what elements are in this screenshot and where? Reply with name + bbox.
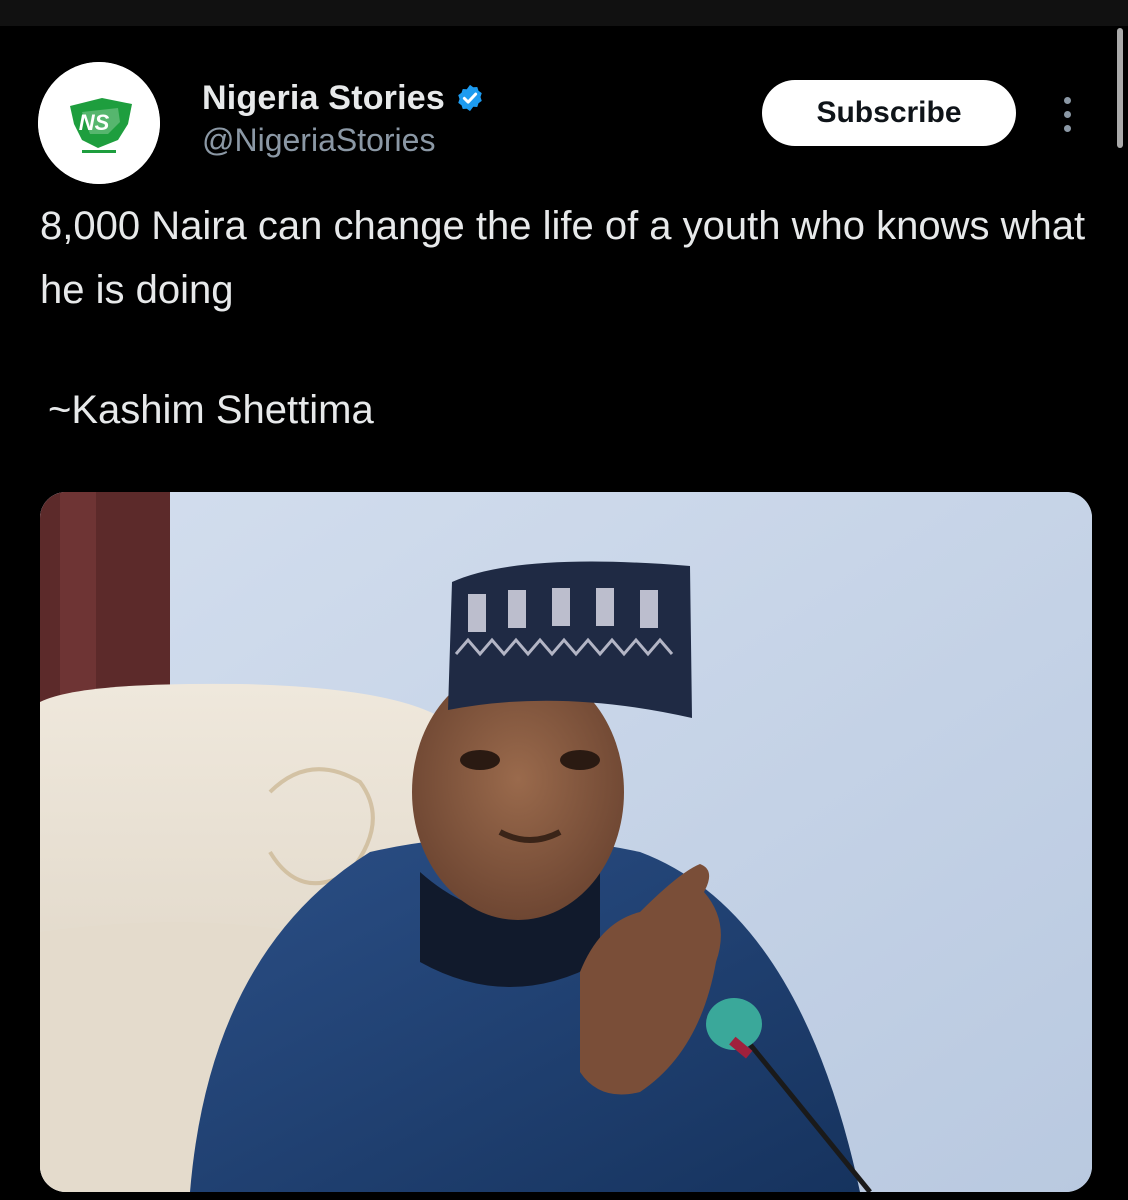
more-vertical-icon[interactable]	[1050, 84, 1084, 144]
scrollbar[interactable]	[1117, 28, 1123, 148]
avatar-logo-text: NS	[79, 110, 110, 135]
author-name-row: Nigeria Stories	[202, 78, 485, 118]
author-display-name[interactable]: Nigeria Stories	[202, 79, 445, 118]
verified-badge-icon	[458, 84, 482, 112]
avatar[interactable]: NS	[38, 62, 160, 184]
post-card: NS Nigeria Stories @NigeriaStories Subsc…	[0, 26, 1128, 1200]
subscribe-button[interactable]: Subscribe	[762, 80, 1016, 146]
post-text: 8,000 Naira can change the life of a you…	[40, 194, 1100, 442]
ns-logo-icon: NS	[38, 62, 160, 184]
post-text-line: 8,000 Naira can change the life of a you…	[40, 204, 1086, 312]
quote-attribution: ~Kashim Shettima	[48, 388, 374, 432]
post-photo	[40, 492, 1092, 1192]
more-dot	[1063, 110, 1071, 118]
post-image[interactable]	[40, 492, 1092, 1192]
author-handle[interactable]: @NigeriaStories	[202, 122, 435, 159]
more-dot	[1063, 96, 1071, 104]
more-dot	[1063, 124, 1071, 132]
top-strip	[0, 0, 1128, 26]
